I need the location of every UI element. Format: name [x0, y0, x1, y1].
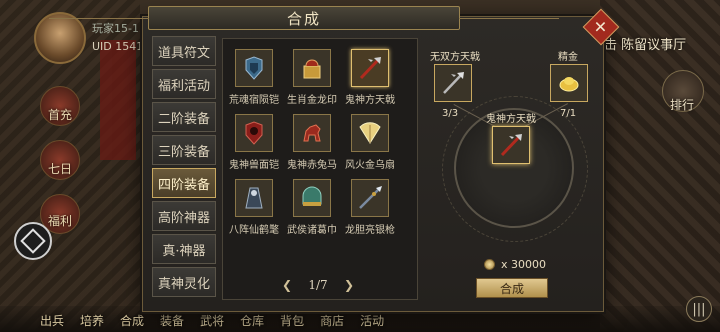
dialog-title-bar: 合成 — [49, 6, 559, 30]
welfare-label: 福利 — [48, 214, 73, 228]
item-slot[interactable]: 鬼神兽面铠 — [229, 114, 279, 171]
cloak-icon — [235, 179, 273, 217]
category-item-high-artifact[interactable]: 高阶神器 — [152, 201, 216, 231]
nav-item-deploy[interactable]: 出兵 — [40, 312, 64, 332]
target-label: 鬼神方天戟 — [486, 114, 536, 125]
item-slot[interactable]: 龙胆亮银枪 — [345, 179, 395, 236]
nav-item-compose[interactable]: 合成 — [120, 312, 144, 332]
item-slot[interactable]: 鬼神赤兔马 — [287, 114, 337, 171]
hat-icon — [293, 179, 331, 217]
halberd-icon[interactable] — [492, 126, 530, 164]
spear-icon — [351, 179, 389, 217]
seven-day-label: 七日 — [48, 162, 73, 176]
material-count: 7/1 — [560, 108, 577, 119]
item-label: 风火金乌扇 — [345, 160, 395, 171]
category-item-tier4[interactable]: 四阶装备 — [152, 168, 216, 198]
category-item-tier3[interactable]: 三阶装备 — [152, 135, 216, 165]
item-slot[interactable]: 生肖金龙印 — [287, 49, 337, 106]
coin-icon — [484, 259, 495, 270]
item-label: 生肖金龙印 — [287, 95, 337, 106]
nav-item-train[interactable]: 培养 — [80, 312, 104, 332]
item-label: 荒魂宿陨铠 — [229, 95, 279, 106]
halberd-icon[interactable] — [434, 64, 472, 102]
qr-scan-button[interactable] — [14, 222, 52, 260]
category-item-welfare[interactable]: 福利活动 — [152, 69, 216, 99]
material-label: 无双方天戟 — [430, 52, 480, 63]
bottom-nav: 出兵 培养 合成 装备 武将 仓库 背包 商店 活动 — [40, 312, 500, 332]
nav-item-bag[interactable]: 背包 — [280, 312, 304, 332]
first-recharge-label: 首充 — [48, 108, 73, 122]
category-item-tier2[interactable]: 二阶装备 — [152, 102, 216, 132]
item-label: 八阵仙鹤氅 — [229, 225, 279, 236]
material-count: 3/3 — [442, 108, 459, 119]
item-label: 武侯诸葛巾 — [287, 225, 337, 236]
cost-display: x 30000 — [484, 258, 546, 271]
close-icon: ✕ — [594, 17, 608, 37]
item-label: 鬼神赤兔马 — [287, 160, 337, 171]
nav-item-shop[interactable]: 商店 — [320, 312, 344, 332]
compose-button[interactable]: 合成 — [476, 278, 548, 298]
fan-icon — [351, 114, 389, 152]
item-slot[interactable]: 武侯诸葛巾 — [287, 179, 337, 236]
player-name: 玩家15-1 — [92, 22, 139, 35]
red-banner-decoration — [100, 40, 136, 160]
item-slot[interactable]: 风火金乌扇 — [345, 114, 395, 171]
item-label: 龙胆亮银枪 — [345, 225, 395, 236]
category-item-true-artifact[interactable]: 真·神器 — [152, 234, 216, 264]
dialog-title: 合成 — [286, 9, 321, 28]
qr-icon — [20, 228, 46, 254]
nav-item-generals[interactable]: 武将 — [200, 312, 224, 332]
category-list: 道具符文 福利活动 二阶装备 三阶装备 四阶装备 高阶神器 真·神器 真神灵化 — [152, 36, 216, 300]
ranking-label: 排行 — [670, 98, 695, 112]
horse-icon — [293, 114, 331, 152]
location-header: 击 陈留议事厅 — [604, 38, 687, 53]
gold-ingot-icon[interactable] — [550, 64, 588, 102]
page-indicator: 1/7 — [308, 278, 328, 292]
nav-item-events[interactable]: 活动 — [360, 312, 384, 332]
armor-icon — [235, 114, 273, 152]
seal-icon — [293, 49, 331, 87]
nav-item-equip[interactable]: 装备 — [160, 312, 184, 332]
item-slot[interactable]: 荒魂宿陨铠 — [229, 49, 279, 106]
menu-icon[interactable]: ||| — [686, 296, 712, 322]
category-item-true-spirit[interactable]: 真神灵化 — [152, 267, 216, 297]
halberd-icon — [351, 49, 389, 87]
item-slot[interactable]: 八阵仙鹤氅 — [229, 179, 279, 236]
items-panel: 荒魂宿陨铠 生肖金龙印 鬼神方天戟 鬼神兽面铠 鬼神赤兔马 风火金乌扇 八阵仙鹤… — [222, 38, 418, 300]
material-label: 精金 — [558, 52, 578, 63]
cost-value: x 30000 — [501, 258, 546, 271]
nav-item-warehouse[interactable]: 仓库 — [240, 312, 264, 332]
item-label: 鬼神方天戟 — [345, 95, 395, 106]
category-item-props-runes[interactable]: 道具符文 — [152, 36, 216, 66]
prev-page-icon[interactable]: ❮ — [282, 278, 292, 292]
pager: ❮ 1/7 ❯ — [282, 276, 354, 294]
item-label: 鬼神兽面铠 — [229, 160, 279, 171]
item-slot[interactable]: 鬼神方天戟 — [345, 49, 395, 106]
armor-icon — [235, 49, 273, 87]
next-page-icon[interactable]: ❯ — [344, 278, 354, 292]
player-avatar[interactable] — [34, 12, 86, 64]
item-grid: 荒魂宿陨铠 生肖金龙印 鬼神方天戟 鬼神兽面铠 鬼神赤兔马 风火金乌扇 八阵仙鹤… — [229, 49, 395, 236]
